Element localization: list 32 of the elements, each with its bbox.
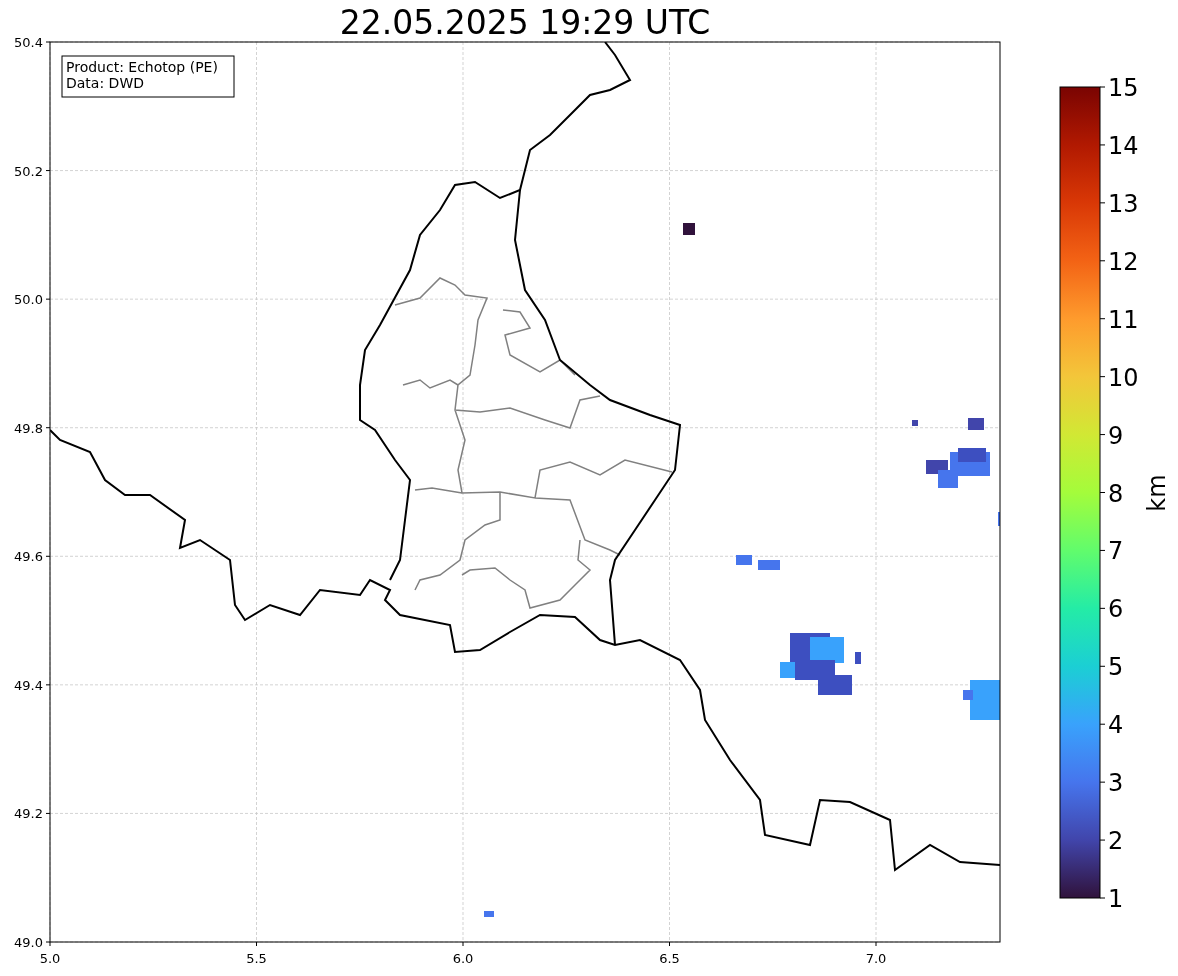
colorbar-tick-label: 8 [1108, 479, 1124, 508]
colorbar-tick-label: 5 [1108, 653, 1124, 682]
y-axis-tick-label: 49.2 [14, 806, 43, 822]
x-axis-tick-label: 6.5 [659, 951, 680, 966]
x-axis-tick-label: 7.0 [865, 951, 887, 966]
colorbar-tick-label: 2 [1108, 827, 1124, 856]
colorbar-tick-label: 4 [1108, 711, 1124, 740]
colorbar-tick-label: 11 [1108, 305, 1139, 334]
colorbar-label: km [1143, 474, 1171, 512]
colorbar-tick-label: 6 [1108, 595, 1124, 624]
x-axis-tick-label: 6.0 [452, 951, 474, 966]
colorbar-tick-label: 15 [1108, 74, 1139, 102]
colorbar-tick-label: 13 [1108, 189, 1139, 218]
x-axis-tick-label: 5.5 [246, 951, 267, 966]
y-axis-tick-label: 49.8 [14, 420, 43, 436]
info-text: Product: Echotop (PE) [66, 59, 218, 75]
y-axis-tick-label: 50.2 [14, 163, 43, 179]
y-axis-tick-label: 50.4 [14, 35, 43, 50]
y-axis-tick-label: 49.0 [14, 935, 43, 950]
colorbar-tick-label: 3 [1108, 769, 1124, 798]
chart-title: 22.05.2025 19:29 UTC [339, 3, 711, 42]
y-axis-tick-label: 49.6 [14, 549, 43, 565]
colorbar-tick-label: 10 [1108, 363, 1139, 392]
colorbar-tick-label: 1 [1108, 885, 1124, 913]
colorbar-tick-label: 14 [1108, 131, 1139, 160]
y-axis-tick-label: 50.0 [14, 292, 43, 308]
colorbar-tick-label: 12 [1108, 247, 1139, 276]
x-axis-tick-label: 5.0 [39, 951, 61, 966]
colorbar-tick-label: 7 [1108, 537, 1124, 566]
y-axis-tick-label: 49.4 [14, 677, 43, 693]
info-text: Data: DWD [66, 75, 144, 91]
colorbar-tick-label: 9 [1108, 421, 1124, 450]
